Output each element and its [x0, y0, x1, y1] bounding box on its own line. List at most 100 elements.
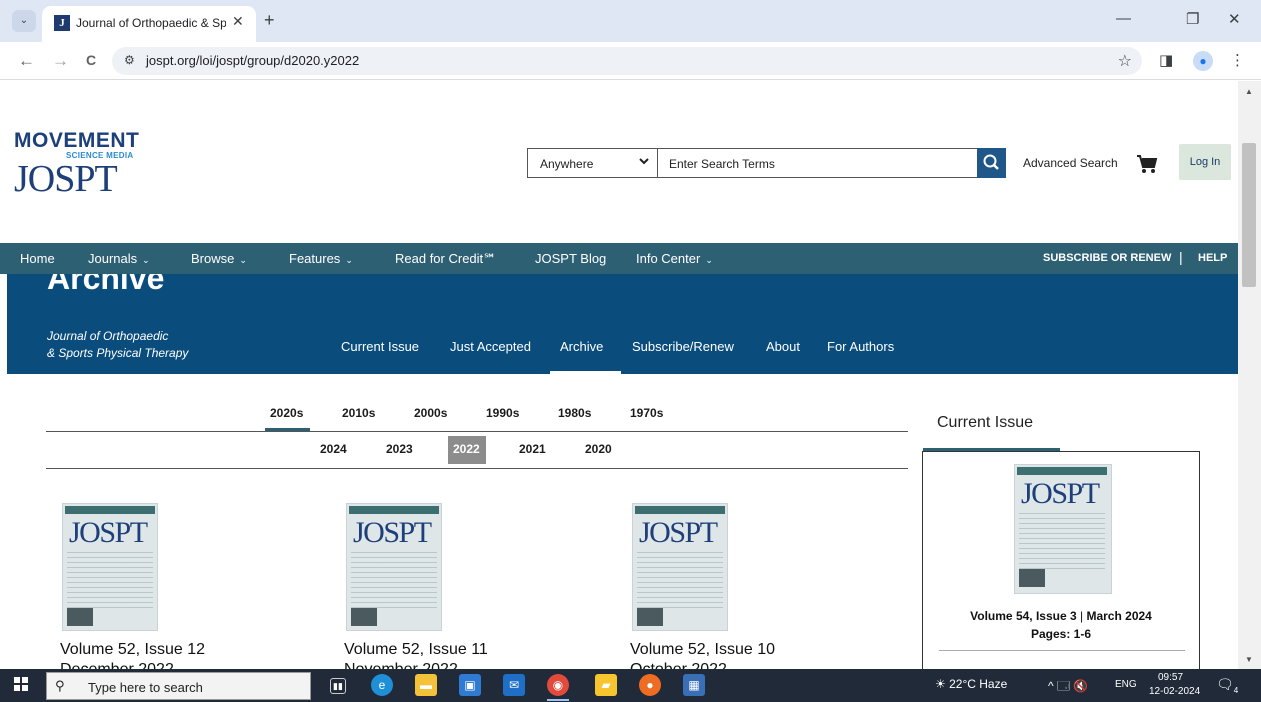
- cover-image: [637, 608, 663, 626]
- notification-icon[interactable]: 🗨4: [1216, 676, 1238, 695]
- advanced-search-link[interactable]: Advanced Search: [1023, 156, 1118, 170]
- reload-button[interactable]: C: [86, 52, 96, 68]
- browser-menu-icon[interactable]: ⋮: [1230, 51, 1245, 69]
- search-input[interactable]: Enter Search Terms: [657, 148, 978, 178]
- nav-jospt-blog[interactable]: JOSPT Blog: [535, 251, 606, 266]
- notepad-icon[interactable]: ▦: [683, 674, 705, 696]
- cover-title: JOSPT: [1021, 477, 1100, 510]
- taskbar-search-box[interactable]: ⚲ Type here to search: [46, 672, 311, 700]
- nav-journals[interactable]: Journals ⌄: [88, 251, 150, 266]
- decade-tab-1990s[interactable]: 1990s: [486, 406, 519, 420]
- nav-home[interactable]: Home: [20, 251, 55, 266]
- year-tab-2024[interactable]: 2024: [320, 442, 347, 456]
- search-button[interactable]: [977, 148, 1006, 178]
- journal-name-line2[interactable]: & Sports Physical Therapy: [47, 346, 188, 360]
- mail-icon[interactable]: ✉: [503, 674, 525, 696]
- system-tray[interactable]: ^ 🗔 🔇: [1048, 677, 1088, 698]
- taskbar-search-placeholder: Type here to search: [88, 680, 203, 695]
- nav-read-for-credit[interactable]: Read for Credit℠: [395, 251, 496, 267]
- nav-separator: |: [1179, 249, 1183, 265]
- decade-tab-2020s[interactable]: 2020s: [270, 406, 303, 420]
- scroll-up-arrow[interactable]: ▲: [1245, 87, 1253, 96]
- decade-tab-1980s[interactable]: 1980s: [558, 406, 591, 420]
- year-tab-2022[interactable]: 2022: [453, 442, 480, 456]
- firefox-icon[interactable]: ●: [639, 674, 661, 696]
- current-issue-pages: Pages: 1-6: [1030, 627, 1092, 641]
- weather-widget[interactable]: ☀ 22°C Haze: [935, 677, 1007, 691]
- subscribe-renew-link[interactable]: SUBSCRIBE OR RENEW: [1043, 252, 1171, 264]
- forward-button[interactable]: →: [52, 51, 69, 71]
- tab-close-icon[interactable]: ✕: [232, 13, 244, 30]
- cover-image: [1019, 569, 1045, 587]
- decade-tab-1970s[interactable]: 1970s: [630, 406, 663, 420]
- subnav-current-issue[interactable]: Current Issue: [341, 339, 419, 354]
- search-scope-select[interactable]: Anywhere: [527, 148, 658, 178]
- login-button[interactable]: Log In: [1179, 144, 1231, 180]
- issue-title[interactable]: Volume 52, Issue 11: [344, 641, 488, 659]
- chevron-down-icon: ⌄: [345, 255, 353, 265]
- search-input-placeholder: Enter Search Terms: [669, 157, 775, 171]
- nav-features[interactable]: Features ⌄: [289, 251, 353, 266]
- search-icon: [983, 154, 999, 170]
- scroll-thumb[interactable]: [1242, 143, 1256, 287]
- cover-title: JOSPT: [353, 516, 432, 549]
- current-issue-card: JOSPT Volume 54, Issue 3 | March 2024 Pa…: [922, 451, 1200, 669]
- decade-tab-2010s[interactable]: 2010s: [342, 406, 375, 420]
- sticky-notes-icon[interactable]: ▰: [595, 674, 617, 696]
- clock-date[interactable]: 12-02-2024: [1149, 686, 1200, 697]
- browser-tab[interactable]: J Journal of Orthopaedic & Sports Physic…: [42, 6, 256, 42]
- language-indicator[interactable]: ENG: [1115, 679, 1137, 690]
- side-panel-icon[interactable]: ◨: [1159, 51, 1173, 69]
- site-info-icon[interactable]: ⚙: [124, 53, 135, 67]
- issue-cover[interactable]: JOSPT: [346, 503, 442, 631]
- file-explorer-icon[interactable]: ▬: [415, 674, 437, 696]
- page-viewport: MOVEMENT SCIENCE MEDIA JOSPT Anywhere En…: [0, 81, 1238, 669]
- browser-tab-bar: ⌄ J Journal of Orthopaedic & Sports Phys…: [0, 0, 1261, 42]
- bookmark-star-icon[interactable]: ☆: [1118, 51, 1132, 71]
- clock-time[interactable]: 09:57: [1158, 672, 1183, 683]
- issue-cover[interactable]: JOSPT: [62, 503, 158, 631]
- chrome-icon[interactable]: ◉: [547, 674, 569, 696]
- logo-jospt-text: JOSPT: [14, 158, 118, 200]
- edge-icon[interactable]: e: [371, 674, 393, 696]
- address-bar[interactable]: ⚙ jospt.org/loi/jospt/group/d2020.y2022 …: [112, 47, 1142, 75]
- tab-list-button[interactable]: ⌄: [12, 10, 36, 32]
- year-tab-2021[interactable]: 2021: [519, 442, 546, 456]
- issue-date: October 2022: [630, 661, 727, 669]
- scroll-down-arrow[interactable]: ▼: [1245, 655, 1253, 664]
- issue-title[interactable]: Volume 52, Issue 12: [60, 641, 205, 659]
- task-view-icon[interactable]: ▮▮: [330, 678, 346, 694]
- cover-title: JOSPT: [69, 516, 148, 549]
- browser-toolbar: ← → C ⚙ jospt.org/loi/jospt/group/d2020.…: [0, 42, 1261, 80]
- cart-icon[interactable]: [1136, 154, 1158, 179]
- profile-avatar-icon[interactable]: ●: [1193, 51, 1213, 71]
- minimize-button[interactable]: —: [1116, 10, 1131, 27]
- decade-divider: [46, 431, 908, 432]
- subnav-subscribe-renew[interactable]: Subscribe/Renew: [632, 339, 734, 354]
- subnav-archive[interactable]: Archive: [560, 339, 603, 354]
- new-tab-button[interactable]: +: [264, 10, 275, 31]
- divider: [939, 650, 1185, 651]
- help-link[interactable]: HELP: [1198, 252, 1227, 264]
- nav-info-center[interactable]: Info Center ⌄: [636, 251, 713, 266]
- current-issue-cover[interactable]: JOSPT: [1014, 464, 1112, 594]
- windows-start-icon[interactable]: [14, 677, 28, 694]
- year-tab-2020[interactable]: 2020: [585, 442, 612, 456]
- nav-browse[interactable]: Browse ⌄: [191, 251, 247, 266]
- subnav-just-accepted[interactable]: Just Accepted: [450, 339, 531, 354]
- cover-image: [67, 608, 93, 626]
- current-issue-volume[interactable]: Volume 54, Issue 3 | March 2024: [923, 609, 1199, 623]
- issue-date: December 2022: [60, 661, 174, 669]
- subnav-about[interactable]: About: [766, 339, 800, 354]
- year-tab-2023[interactable]: 2023: [386, 442, 413, 456]
- page-scrollbar[interactable]: ▲ ▼: [1238, 81, 1261, 669]
- decade-tab-2000s[interactable]: 2000s: [414, 406, 447, 420]
- subnav-for-authors[interactable]: For Authors: [827, 339, 894, 354]
- journal-name-line1[interactable]: Journal of Orthopaedic: [47, 329, 168, 343]
- back-button[interactable]: ←: [18, 51, 35, 71]
- store-icon[interactable]: ▣: [459, 674, 481, 696]
- restore-button[interactable]: ❐: [1186, 10, 1199, 28]
- close-window-button[interactable]: ✕: [1228, 10, 1241, 28]
- issue-cover[interactable]: JOSPT: [632, 503, 728, 631]
- issue-title[interactable]: Volume 52, Issue 10: [630, 641, 775, 659]
